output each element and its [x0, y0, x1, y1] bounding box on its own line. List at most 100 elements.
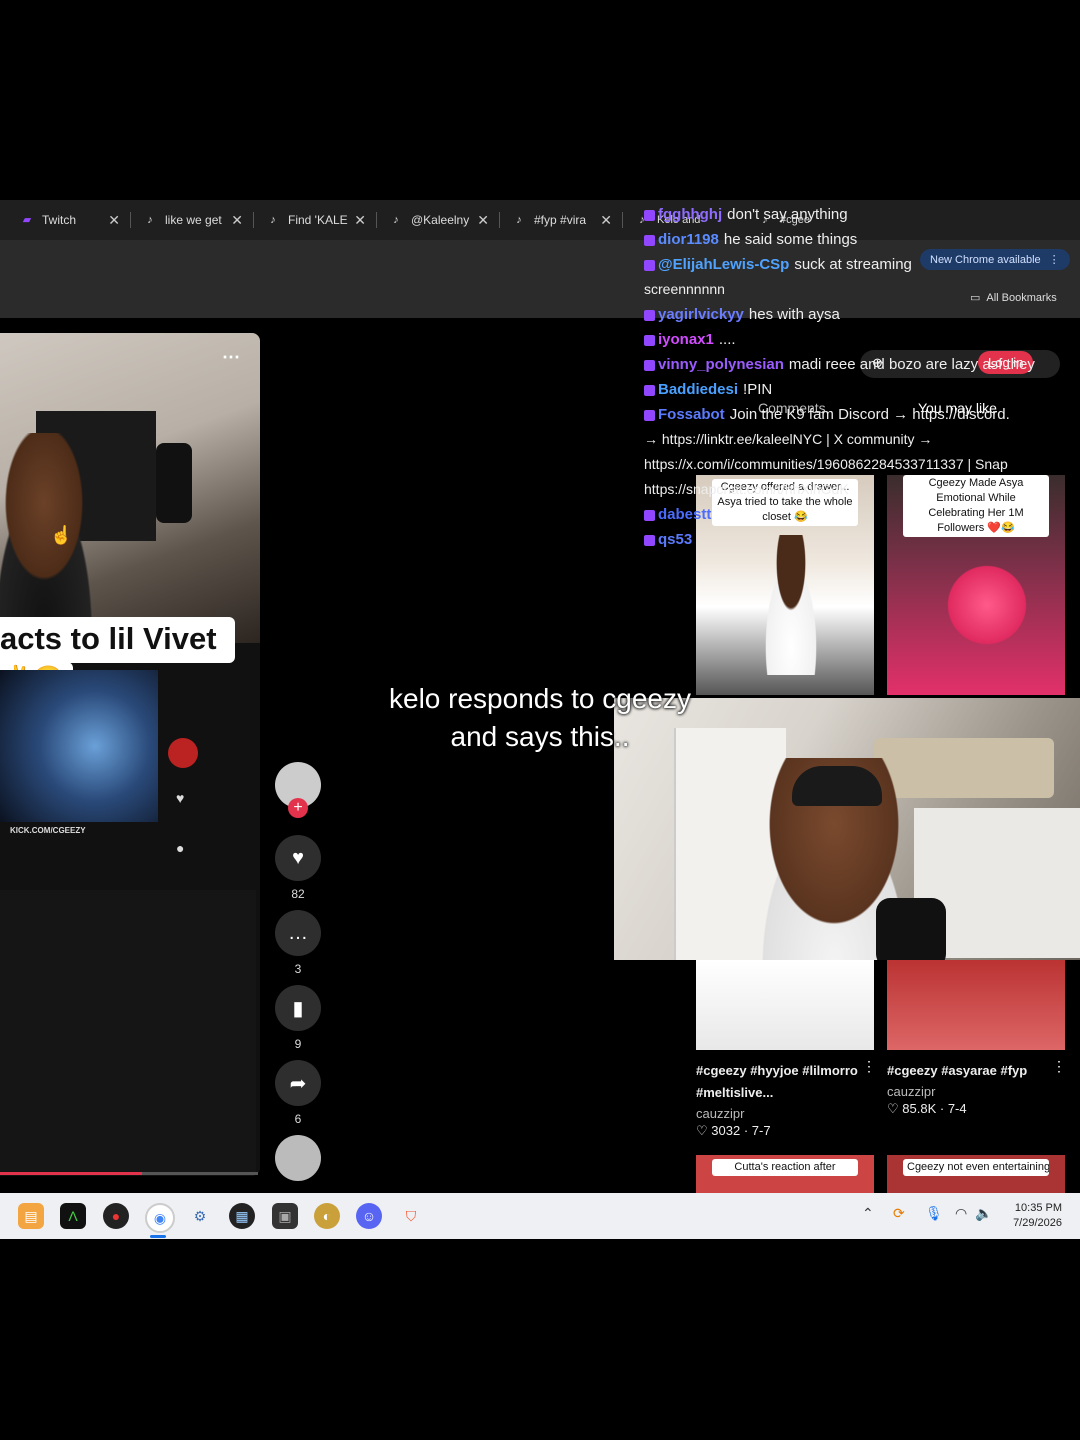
close-icon[interactable]: ✕: [231, 212, 243, 229]
twitch-badge-icon: [644, 259, 655, 271]
heart-outline-icon: ♡: [887, 1101, 903, 1116]
chat-text: !PIN: [743, 381, 773, 398]
chat-message: https://x.com/i/communities/196086228453…: [644, 452, 1080, 477]
chat-message: Baddiedesi !PIN: [644, 377, 1080, 402]
chat-message: screennnnnn: [644, 277, 1080, 302]
twitch-badge-icon: [644, 409, 655, 421]
music-disc[interactable]: [275, 1135, 321, 1181]
tab-tiktok-2[interactable]: ♪ Find 'KALE ✕: [266, 206, 366, 234]
inset-clip: [0, 670, 158, 822]
chat-username[interactable]: Baddiedesi: [658, 381, 738, 398]
heart-icon[interactable]: ♥: [275, 835, 321, 881]
microphone-icon[interactable]: 🎙: [925, 1205, 943, 1222]
inset-avatar: [168, 738, 198, 768]
twitch-icon: ▰: [22, 214, 32, 226]
share-button[interactable]: ➦ 6: [275, 1060, 321, 1126]
comment-count: 3: [294, 962, 302, 976]
tile-title: #cgeezy #asyarae #fyp: [887, 1063, 1028, 1078]
chat-username[interactable]: vinny_polynesian: [658, 356, 784, 373]
chevron-up-icon[interactable]: ⌃: [862, 1205, 874, 1222]
chat-username[interactable]: fgghhghj: [658, 206, 722, 223]
chat-username[interactable]: dior1198: [658, 231, 719, 248]
chat-text: don't say anything: [727, 206, 848, 223]
system-clock[interactable]: 10:35 PM 7/29/2026: [1013, 1201, 1062, 1231]
chat-text: https://x.com/i/communities/196086228453…: [644, 456, 1008, 472]
chat-username[interactable]: yagirlvickyy: [658, 306, 744, 323]
tile-author: cauzzipr: [887, 1084, 936, 1099]
beanie: [792, 766, 882, 806]
bookmark-icon[interactable]: ▮: [275, 985, 321, 1031]
tab-tiktok-1[interactable]: ♪ like we get ✕: [143, 206, 243, 234]
tab-twitch[interactable]: ▰ Twitch ✕: [20, 206, 120, 234]
twitch-badge-icon: [644, 234, 655, 246]
chat-message: vinny_polynesian madi reee and bozo are l…: [644, 352, 1080, 377]
tile-2-meta[interactable]: #cgeezy #asyarae #fyp cauzzipr ♡ 85.8K ·…: [887, 1060, 1062, 1117]
discord-icon[interactable]: ☺: [356, 1203, 382, 1229]
chat-text: Join the K9 fam Discord → https://discor…: [729, 406, 1010, 423]
kebab-menu-icon[interactable]: ⋮: [862, 1058, 876, 1075]
like-count: 82: [291, 887, 305, 901]
chat-message: Fossabot Join the K9 fam Discord → https:…: [644, 402, 1080, 427]
tab-label: like we get: [165, 213, 222, 227]
close-icon[interactable]: ✕: [477, 212, 489, 229]
overlay-caption: kelo responds to cgeezy and says this..: [340, 680, 740, 756]
kebab-menu-icon[interactable]: ⋮: [1052, 1058, 1066, 1075]
settings-icon[interactable]: ⚙: [187, 1203, 213, 1229]
save-count: 9: [294, 1037, 302, 1051]
chat-message: dabestt: [644, 502, 1080, 527]
chat-username[interactable]: @ElijahLewis-CSp: [658, 256, 789, 273]
close-icon[interactable]: ✕: [108, 212, 120, 229]
chat-username[interactable]: qs53: [658, 531, 692, 548]
app-icon[interactable]: Λ: [60, 1203, 86, 1229]
chat-username[interactable]: iyonax1: [658, 331, 714, 348]
cursor-icon: ☝: [50, 525, 73, 545]
chat-message: dior1198 he said some things: [644, 227, 1080, 252]
progress-bar-track[interactable]: [142, 1172, 258, 1175]
chat-username[interactable]: Fossabot: [658, 406, 725, 423]
app-icon[interactable]: ◐: [314, 1203, 340, 1229]
save-button[interactable]: ▮ 9: [275, 985, 321, 1051]
twitch-badge-icon: [644, 384, 655, 396]
tile-caption: Cgeezy not even entertaining scams: [903, 1159, 1049, 1176]
wifi-icon[interactable]: ◠: [955, 1205, 967, 1222]
grid-tile-2-lower[interactable]: [887, 960, 1065, 1050]
twitch-chat-overlay: fgghhghj don't say anything dior1198 he sai…: [644, 202, 1080, 552]
follow-plus-icon[interactable]: +: [288, 798, 308, 818]
close-icon[interactable]: ✕: [354, 212, 366, 229]
grid-tile-1-lower[interactable]: [696, 960, 874, 1050]
tile-title: #cgeezy #hyyjoe #lilmorro #meltislive...: [696, 1063, 858, 1100]
more-icon[interactable]: ⋯: [222, 347, 240, 368]
tab-tiktok-4[interactable]: ♪ #fyp #vira ✕: [512, 206, 612, 234]
creator-avatar[interactable]: +: [275, 762, 321, 818]
grid-tile-4[interactable]: Cgeezy not even entertaining scams: [887, 1155, 1065, 1193]
file-explorer-icon[interactable]: ▤: [18, 1203, 44, 1229]
chrome-icon[interactable]: ◉: [145, 1203, 175, 1233]
grid-tile-3[interactable]: Cutta's reaction after: [696, 1155, 874, 1193]
tab-label: @Kaleelny: [411, 213, 470, 227]
like-button[interactable]: ♥ 82: [275, 835, 321, 901]
tile-1-meta[interactable]: #cgeezy #hyyjoe #lilmorro #meltislive...…: [696, 1060, 871, 1139]
speaker-icon[interactable]: 🔈: [975, 1205, 992, 1222]
terminal-icon[interactable]: ▣: [272, 1203, 298, 1229]
tab-label: Twitch: [42, 213, 77, 227]
chat-message: yagirlvickyy hes with aysa: [644, 302, 1080, 327]
app-icon[interactable]: ▦: [229, 1203, 255, 1229]
brave-icon[interactable]: ⛉: [398, 1203, 424, 1229]
sync-icon[interactable]: ⟳: [893, 1205, 905, 1222]
tiktok-icon: ♪: [393, 214, 399, 226]
progress-bar-fill[interactable]: [0, 1172, 142, 1175]
share-icon[interactable]: ➦: [275, 1060, 321, 1106]
chat-username[interactable]: dabestt: [658, 506, 711, 523]
tiktok-icon: ♪: [147, 214, 153, 226]
tab-tiktok-3[interactable]: ♪ @Kaleelny ✕: [389, 206, 489, 234]
chat-text: → https://linktr.ee/kaleelNYC | X commun…: [644, 431, 933, 447]
comment-icon[interactable]: …: [275, 910, 321, 956]
overlay-line-1: kelo responds to cgeezy: [389, 683, 691, 714]
music-disc-icon[interactable]: [275, 1135, 321, 1181]
comment-button[interactable]: … 3: [275, 910, 321, 976]
obs-icon[interactable]: ●: [103, 1203, 129, 1229]
tile-author: cauzzipr: [696, 1106, 745, 1121]
close-icon[interactable]: ✕: [600, 212, 612, 229]
flower-bouquet: [937, 565, 1037, 645]
chat-message: qs53: [644, 527, 1080, 552]
